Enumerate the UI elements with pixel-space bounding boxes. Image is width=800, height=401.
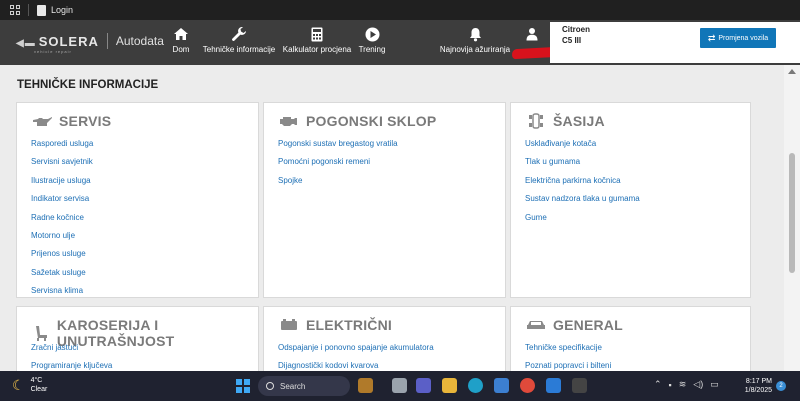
card-header: POGONSKI SKLOP: [278, 113, 436, 129]
system-tray: ⌃ ▪ ≋ ◁) ▭: [654, 379, 719, 390]
logo-divider: [106, 33, 108, 49]
swap-arrows-icon: ⇄: [707, 32, 716, 43]
clock[interactable]: 8:17 PM 1/8/2025: [740, 377, 772, 395]
link-transmission-service[interactable]: Prijenos usluge: [31, 249, 93, 267]
product-name: Autodata: [115, 34, 164, 48]
home-icon: [173, 26, 189, 42]
car-icon: [525, 317, 547, 333]
calculator-icon: [311, 26, 323, 42]
card-header: ŠASIJA: [525, 113, 605, 129]
apps-grid-icon[interactable]: [10, 5, 20, 15]
link-service-illustrations[interactable]: Ilustracije usluga: [31, 176, 93, 194]
scrollbar-thumb[interactable]: [789, 153, 795, 273]
clock-time: 8:17 PM: [745, 378, 772, 385]
link-service-schedules[interactable]: Rasporedi usluga: [31, 139, 93, 157]
link-tyre-pressure[interactable]: Tlak u gumama: [525, 157, 640, 175]
browser-bar: Login: [0, 0, 800, 20]
card-service: SERVIS Rasporedi usluga Servisni savjetn…: [16, 102, 259, 298]
weather-temp: 4°C: [30, 377, 43, 384]
tab-title[interactable]: Login: [51, 5, 73, 15]
notification-badge[interactable]: 2: [776, 381, 786, 391]
card-powertrain: POGONSKI SKLOP Pogonski sustav bregastog…: [263, 102, 506, 298]
task-view-icon[interactable]: [392, 378, 407, 393]
link-list: Pogonski sustav bregastog vratila Pomoćn…: [278, 139, 398, 194]
divider: [28, 4, 29, 16]
link-service-indicator[interactable]: Indikator servisa: [31, 194, 93, 212]
wrench-icon: [231, 26, 247, 42]
volume-icon[interactable]: ◁): [693, 379, 703, 390]
app-icon-dark[interactable]: [572, 378, 587, 393]
app-icon-blue[interactable]: [546, 378, 561, 393]
taskbar-search[interactable]: Search: [258, 376, 350, 396]
nav-training[interactable]: Trening: [358, 26, 386, 60]
teams-icon[interactable]: [416, 378, 431, 393]
link-engine-oil[interactable]: Motorno ulje: [31, 231, 93, 249]
link-technical-specs[interactable]: Tehničke specifikacije: [525, 343, 611, 361]
clock-date: 1/8/2025: [744, 387, 772, 394]
card-header: SERVIS: [31, 113, 111, 129]
nav-estimate-calculator[interactable]: Kalkulator procjena: [283, 26, 351, 60]
oil-can-icon: [31, 113, 53, 129]
chevron-up-icon[interactable]: ⌃: [654, 379, 662, 390]
link-battery-disconnect[interactable]: Odspajanje i ponovno spajanje akumulator…: [278, 343, 434, 361]
card-chassis: ŠASIJA Usklađivanje kotača Tlak u gumama…: [510, 102, 751, 298]
page-icon: [37, 4, 46, 16]
seat-icon: [31, 325, 51, 341]
moon-icon: ☾: [12, 376, 25, 393]
solera-logo: ◀▬ SOLERA: [16, 33, 99, 49]
nav-latest-updates[interactable]: Najnovija ažuriranja: [440, 26, 510, 60]
logo[interactable]: ◀▬ SOLERA vehicle repair Autodata: [16, 33, 164, 54]
link-clutches[interactable]: Spojke: [278, 176, 398, 194]
logo-tagline: vehicle repair: [34, 49, 72, 54]
vehicle-model: C5 III: [562, 36, 582, 45]
user-icon: [526, 26, 538, 42]
windows-start-icon[interactable]: [236, 379, 250, 393]
vehicle-panel: Citroen C5 III ⇄ Promjena vozila: [550, 22, 800, 63]
chrome-icon[interactable]: [520, 378, 535, 393]
chassis-icon: [525, 113, 547, 129]
weather-widget[interactable]: ☾ 4°C Clear: [12, 376, 47, 394]
taskbar: ☾ 4°C Clear Search ⌃ ▪ ≋ ◁) ▭ 8:17 PM 1/8…: [0, 371, 800, 401]
store-icon[interactable]: [494, 378, 509, 393]
change-vehicle-button[interactable]: ⇄ Promjena vozila: [700, 28, 776, 48]
nav-technical-info[interactable]: Tehničke informacije: [203, 26, 275, 60]
link-service-brakes[interactable]: Radne kočnice: [31, 213, 93, 231]
play-icon: [365, 26, 380, 42]
engine-icon: [278, 113, 300, 129]
link-service-summary[interactable]: Sažetak usluge: [31, 268, 93, 286]
page-title: TEHNIČKE INFORMACIJE: [17, 79, 159, 91]
card-header: ELEKTRIČNI: [278, 317, 392, 333]
screen: Login ◀▬ SOLERA vehicle repair Autodata D…: [0, 0, 800, 401]
battery-status-icon[interactable]: ▭: [710, 379, 719, 390]
link-airbags[interactable]: Zračni jastuci: [31, 343, 112, 361]
edge-icon[interactable]: [468, 378, 483, 393]
scrollbar[interactable]: [784, 65, 800, 371]
file-explorer-icon[interactable]: [442, 378, 457, 393]
battery-icon: [278, 317, 300, 333]
tray-app-icon[interactable]: ▪: [669, 380, 672, 390]
bell-icon: [469, 26, 482, 42]
nav-home[interactable]: Dom: [170, 26, 192, 60]
weather-desc: Clear: [30, 386, 48, 393]
link-tyres[interactable]: Gume: [525, 213, 640, 231]
link-auxiliary-belts[interactable]: Pomoćni pogonski remeni: [278, 157, 398, 175]
link-list: Rasporedi usluga Servisni savjetnik Ilus…: [31, 139, 93, 297]
link-tpms[interactable]: Sustav nadzora tlaka u gumama: [525, 194, 640, 212]
link-service-advisor[interactable]: Servisni savjetnik: [31, 157, 93, 175]
app-icon-pen[interactable]: [358, 378, 373, 393]
scroll-up-icon[interactable]: [788, 69, 796, 74]
link-list: Usklađivanje kotača Tlak u gumama Elektr…: [525, 139, 640, 231]
card-header: GENERAL: [525, 317, 623, 333]
main-content: TEHNIČKE INFORMACIJE swsk SERVIS Raspore…: [0, 65, 784, 386]
link-camshaft-drive[interactable]: Pogonski sustav bregastog vratila: [278, 139, 398, 157]
link-wheel-alignment[interactable]: Usklađivanje kotača: [525, 139, 640, 157]
wifi-icon[interactable]: ≋: [679, 379, 687, 390]
search-icon: [266, 382, 274, 390]
link-electric-parking-brake[interactable]: Električna parkirna kočnica: [525, 176, 640, 194]
link-air-conditioning[interactable]: Servisna klima: [31, 286, 93, 297]
vehicle-make: Citroen: [562, 25, 590, 34]
